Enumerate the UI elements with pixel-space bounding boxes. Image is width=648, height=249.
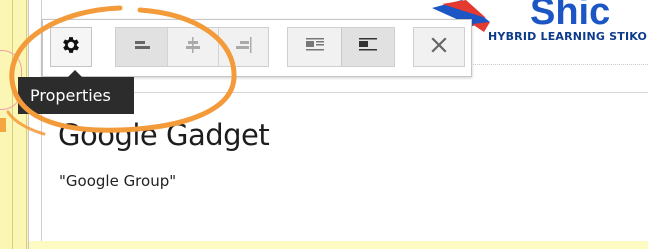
align-center-icon: [183, 36, 203, 59]
margin-guide-line: [12, 0, 13, 249]
bottom-margin-strip: [29, 241, 648, 249]
wrap-left-button[interactable]: [341, 28, 394, 66]
wrap-inline-button[interactable]: [288, 28, 341, 66]
svg-text:Shic: Shic: [530, 0, 610, 33]
wrap-left-icon: [357, 37, 379, 58]
wrap-inline-icon: [304, 37, 326, 58]
align-right-button[interactable]: [218, 28, 269, 66]
remove-gadget-button[interactable]: [413, 27, 465, 67]
align-center-button[interactable]: [167, 28, 218, 66]
gear-icon: [60, 34, 82, 61]
gadget-text[interactable]: "Google Group": [59, 172, 176, 190]
properties-tooltip: Properties: [18, 70, 134, 114]
align-right-icon: [234, 36, 254, 59]
left-margin-strip: [0, 0, 28, 249]
gadget-toolbar: [42, 19, 472, 77]
alignment-button-group: [115, 27, 269, 67]
orange-annotation-mark: [0, 118, 6, 132]
properties-button[interactable]: [50, 27, 92, 67]
gadget-title[interactable]: Google Gadget: [58, 118, 270, 152]
align-left-icon: [132, 37, 152, 58]
close-icon: [430, 36, 448, 59]
logo-subtitle: HYBRID LEARNING STIKOM: [488, 30, 648, 43]
align-left-button[interactable]: [116, 28, 167, 66]
margin-guide-line: [26, 0, 27, 249]
text-wrap-button-group: [287, 27, 395, 67]
